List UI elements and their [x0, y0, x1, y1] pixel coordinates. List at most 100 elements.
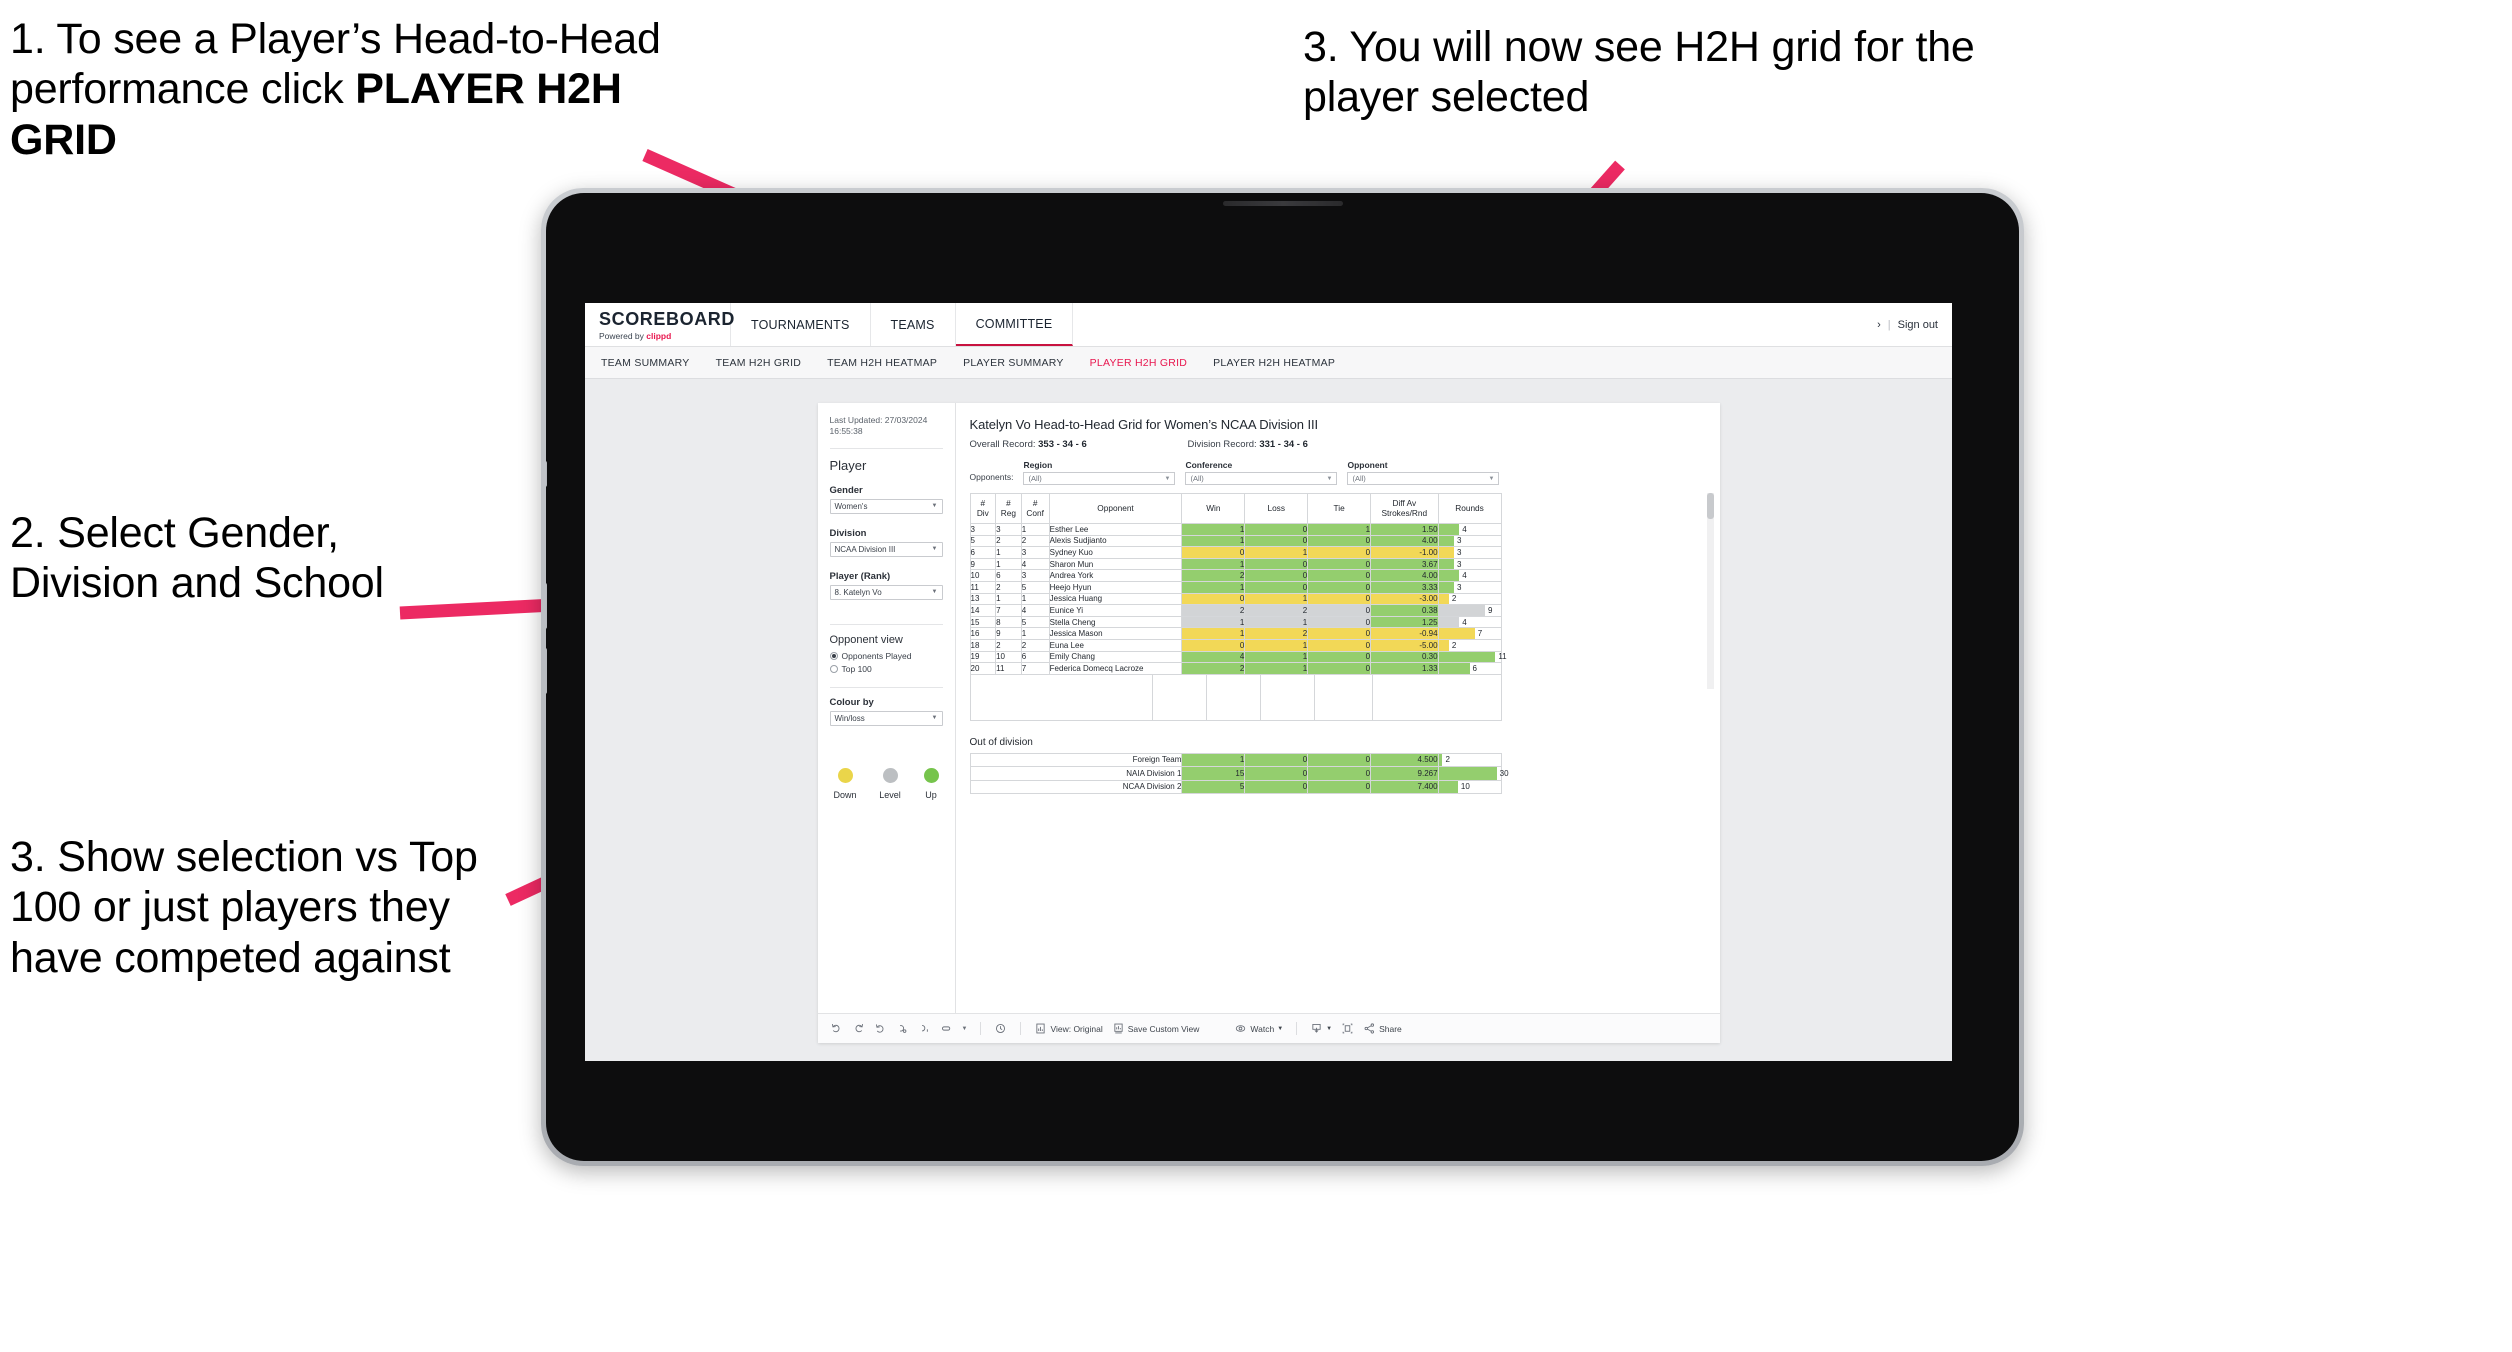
table-cell: 0: [1307, 615, 1372, 629]
table-cell: 1: [1020, 592, 1050, 606]
table-empty-area: [969, 674, 1502, 721]
colour-legend: Down Level Up: [830, 767, 943, 800]
filter-region-select[interactable]: (All) ▼: [1023, 472, 1176, 485]
rounds-bar-cell: 3: [1437, 557, 1502, 571]
column-header-opponent[interactable]: Opponent: [1048, 493, 1183, 524]
table-row[interactable]: 16 9 1 Jessica Mason 1 2 0 -0.94 7: [969, 627, 1502, 640]
column-header-rounds[interactable]: Rounds: [1437, 493, 1502, 524]
column-header-conf[interactable]: # Conf: [1020, 493, 1050, 524]
nav-tournaments[interactable]: TOURNAMENTS: [731, 303, 871, 346]
sign-out-link[interactable]: Sign out: [1898, 319, 1938, 331]
subnav-team-h2h-grid[interactable]: TEAM H2H GRID: [716, 357, 802, 369]
table-cell: 0: [1244, 557, 1309, 571]
table-row[interactable]: 6 1 3 Sydney Kuo 0 1 0 -1.00 3: [969, 546, 1502, 559]
pause-auto-update-icon[interactable]: [918, 1022, 931, 1035]
table-row[interactable]: Foreign Team 1 0 0 4.500 2: [969, 752, 1502, 768]
table-cell: NAIA Division 1: [969, 766, 1183, 781]
table-cell: 1: [1244, 650, 1309, 664]
table-cell: 11: [969, 580, 997, 594]
table-cell: 0: [1307, 534, 1372, 548]
column-header-loss[interactable]: Loss: [1244, 493, 1309, 524]
chevron-down-icon: ▼: [931, 546, 938, 553]
table-cell: 1: [995, 592, 1022, 606]
column-header-tie[interactable]: Tie: [1307, 493, 1372, 524]
device-button-mute[interactable]: [546, 461, 547, 487]
pill-icon[interactable]: [940, 1022, 953, 1035]
legend-dot-down: [837, 767, 853, 783]
subnav-team-h2h-heatmap[interactable]: TEAM H2H HEATMAP: [827, 357, 937, 369]
annotation-step-4: 3. You will now see H2H grid for the pla…: [1303, 23, 1975, 122]
nav-teams[interactable]: TEAMS: [871, 303, 956, 346]
player-rank-select[interactable]: 8. Katelyn Vo ▼: [829, 584, 943, 600]
watch-button[interactable]: Watch ▼: [1234, 1022, 1283, 1035]
table-row[interactable]: 20 11 7 Federica Domecq Lacroze 2 1 0 1.33 6: [969, 662, 1502, 675]
subnav-player-h2h-grid[interactable]: PLAYER H2H GRID: [1090, 357, 1188, 369]
download-button[interactable]: ▼: [1310, 1022, 1332, 1035]
colour-by-select[interactable]: Win/loss ▼: [829, 710, 943, 726]
table-row[interactable]: 9 1 4 Sharon Mun 1 0 0 3.67 3: [969, 557, 1502, 571]
browser-viewport: SCOREBOARD Powered by clippd TOURNAMENTS…: [585, 303, 1952, 1061]
table-cell: Heejo Hyun: [1048, 580, 1183, 594]
divider: [829, 686, 943, 688]
opponent-view-label: Opponent view: [829, 633, 903, 646]
secondary-nav: TEAM SUMMARY TEAM H2H GRID TEAM H2H HEAT…: [585, 347, 1952, 379]
table-header-row: # Div # Reg # Conf Opponent Win Loss Tie Diff Av St…: [969, 493, 1502, 524]
table-row[interactable]: 19 10 6 Emily Chang 4 1 0 0.30 11: [969, 650, 1507, 664]
legend-item-level: Level: [879, 767, 901, 800]
filter-opponent-select[interactable]: (All) ▼: [1347, 472, 1500, 485]
filter-region-value: (All): [1028, 474, 1042, 483]
share-button[interactable]: Share: [1363, 1022, 1402, 1035]
clock-icon[interactable]: [994, 1022, 1007, 1035]
save-custom-view-button[interactable]: Save Custom View: [1112, 1022, 1199, 1035]
subnav-player-summary[interactable]: PLAYER SUMMARY: [963, 357, 1064, 369]
table-cell: 9.267: [1370, 766, 1439, 781]
chevron-down-icon[interactable]: ▼: [962, 1026, 968, 1032]
filter-conference-select[interactable]: (All) ▼: [1185, 472, 1338, 485]
view-original-button[interactable]: View: Original: [1034, 1022, 1103, 1035]
table-cell: 16: [969, 627, 997, 640]
table-cell: 2: [1181, 604, 1246, 617]
table-row[interactable]: 11 2 5 Heejo Hyun 1 0 0 3.33 3: [969, 580, 1502, 594]
save-view-icon: [1112, 1022, 1125, 1035]
device-button-volume-up[interactable]: [546, 583, 547, 629]
overall-record-label: Overall Record:: [969, 439, 1036, 450]
division-select[interactable]: NCAA Division III ▼: [829, 541, 943, 557]
table-row[interactable]: NCAA Division 2 5 0 0 7.400 10: [969, 779, 1502, 795]
legend-item-down: Down: [834, 767, 857, 800]
device-button-volume-down[interactable]: [546, 648, 547, 694]
view-icon: [1034, 1022, 1047, 1035]
fullscreen-icon[interactable]: [1341, 1022, 1354, 1035]
subnav-player-h2h-heatmap[interactable]: PLAYER H2H HEATMAP: [1213, 357, 1335, 369]
gender-select[interactable]: Women's ▼: [829, 498, 943, 514]
refresh-icon[interactable]: [896, 1022, 909, 1035]
table-row[interactable]: 18 2 2 Euna Lee 0 1 0 -5.00 2: [969, 638, 1502, 652]
table-row[interactable]: 15 8 5 Stella Cheng 1 1 0 1.25 4: [969, 615, 1502, 629]
undo-icon[interactable]: [830, 1022, 843, 1035]
subnav-team-summary[interactable]: TEAM SUMMARY: [601, 357, 690, 369]
table-row[interactable]: 13 1 1 Jessica Huang 0 1 0 -3.00 2: [969, 592, 1502, 606]
brand-logo[interactable]: SCOREBOARD Powered by clippd: [585, 303, 734, 346]
overall-record: Overall Record: 353 - 34 - 6: [970, 439, 1188, 450]
table-row[interactable]: 14 7 4 Eunice Yi 2 2 0 0.38 9: [969, 604, 1502, 617]
table-scrollbar-track[interactable]: [1706, 493, 1714, 689]
table-row[interactable]: NAIA Division 1 15 0 0 9.267 30: [969, 766, 1509, 781]
radio-top-100[interactable]: Top 100: [829, 664, 943, 674]
division-value: NCAA Division III: [834, 544, 896, 554]
app-header: SCOREBOARD Powered by clippd TOURNAMENTS…: [585, 303, 1952, 347]
table-row[interactable]: 3 3 1 Esther Lee 1 0 1 1.50 4: [969, 523, 1502, 536]
redo-icon[interactable]: [852, 1022, 865, 1035]
column-header-div[interactable]: # Div: [969, 493, 997, 524]
table-row[interactable]: 10 6 3 Andrea York 2 0 0 4.00 4: [969, 569, 1502, 582]
table-row[interactable]: 5 2 2 Alexis Sudjianto 1 0 0 4.00 3: [969, 534, 1502, 548]
table-cell: 1: [1181, 752, 1246, 768]
gender-label: Gender: [829, 484, 863, 496]
column-header-reg[interactable]: # Reg: [995, 493, 1022, 524]
radio-opponents-played[interactable]: Opponents Played: [829, 651, 943, 661]
account-caret-icon[interactable]: ›: [1877, 319, 1881, 331]
annotation-step-1: 1. To see a Player’s Head-to-Head perfor…: [10, 14, 740, 165]
column-header-diff-av-strokes-rnd[interactable]: Diff Av Strokes/Rnd: [1370, 493, 1439, 524]
nav-committee[interactable]: COMMITTEE: [955, 303, 1074, 346]
table-scrollbar-thumb[interactable]: [1706, 493, 1714, 519]
revert-icon[interactable]: [874, 1022, 887, 1035]
column-header-win[interactable]: Win: [1181, 493, 1246, 524]
